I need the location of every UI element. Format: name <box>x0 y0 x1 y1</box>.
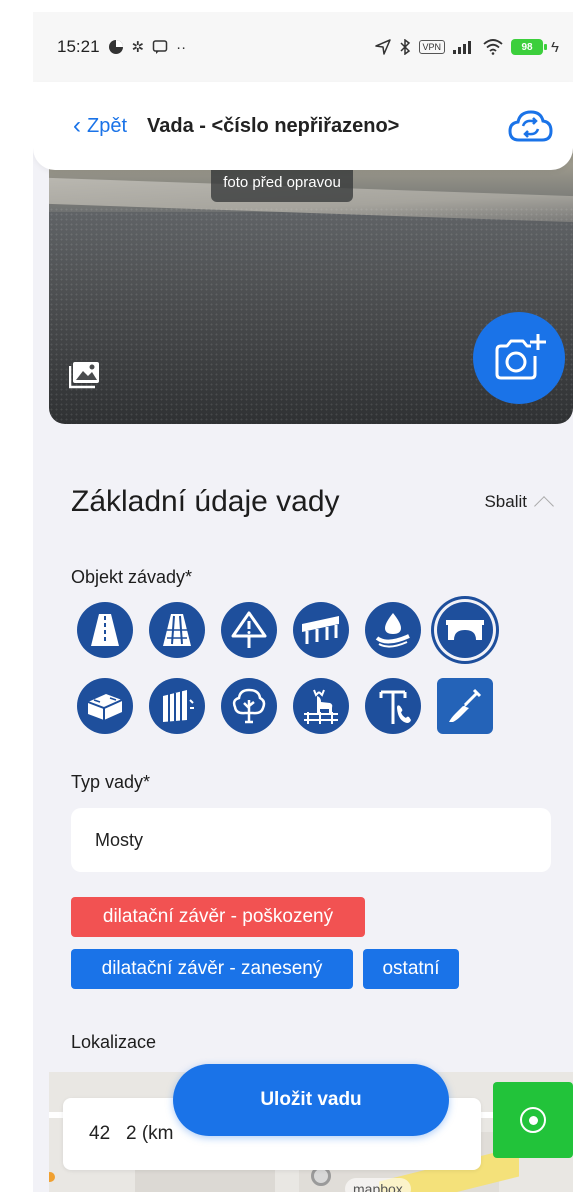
typ-label: Typ vady* <box>71 772 151 792</box>
section-header: Základní údaje vady Sbalit <box>71 482 554 522</box>
chip-dilatacni-zaver-zaneseny[interactable]: dilatační závěr - zanesený <box>71 949 353 989</box>
page-title: Vada - <číslo nepřiřazeno> <box>147 114 400 137</box>
more-icon: ·· <box>176 38 187 56</box>
vpn-icon: VPN <box>418 40 446 54</box>
map-marker-icon <box>49 1172 55 1182</box>
save-defect-button[interactable]: Uložit vadu <box>173 1064 449 1136</box>
status-left: 15:21 ✲ ·· <box>57 37 186 57</box>
drainage-icon[interactable] <box>365 602 421 658</box>
charging-icon: ϟ <box>551 38 559 56</box>
chevron-up-icon <box>534 496 554 516</box>
coordinate-value: 42 2 (km <box>89 1123 174 1144</box>
status-bar: 15:21 ✲ ·· VPN 98 ϟ <box>33 12 573 82</box>
back-label: Zpět <box>87 114 128 137</box>
defect-type-field[interactable]: Mosty <box>71 808 551 872</box>
road-lanes-icon[interactable] <box>149 602 205 658</box>
cloud-sync-icon <box>508 110 553 142</box>
status-right: VPN 98 ϟ <box>374 38 559 56</box>
wifi-icon <box>483 39 503 55</box>
noise-barrier-icon[interactable] <box>149 678 205 734</box>
bridge-icon[interactable] <box>437 602 493 658</box>
shovel-icon[interactable] <box>437 678 493 734</box>
chevron-left-icon: ‹ <box>73 112 81 139</box>
status-time: 15:21 <box>57 37 100 56</box>
defect-type-value: Mosty <box>95 829 144 850</box>
chip-ostatni[interactable]: ostatní <box>363 949 459 989</box>
emergency-phone-icon[interactable] <box>365 678 421 734</box>
mapbox-logo: mapbox <box>345 1178 411 1192</box>
lokalizace-label: Lokalizace <box>71 1032 157 1052</box>
chip-dilatacni-zaver-poskozeny[interactable]: dilatační závěr - poškozený <box>71 897 365 937</box>
signal-icon <box>453 40 475 54</box>
gear-icon: ✲ <box>131 39 145 56</box>
phone-screen: 15:21 ✲ ·· VPN 98 ϟ foto před opravou ‹ … <box>33 12 573 1192</box>
back-button[interactable]: ‹ Zpět <box>73 112 128 139</box>
locate-button[interactable] <box>493 1082 573 1158</box>
nav-bar: ‹ Zpět Vada - <číslo nepřiřazeno> <box>33 82 573 170</box>
guardrail-icon[interactable] <box>293 602 349 658</box>
add-photo-button[interactable] <box>473 312 565 404</box>
page: 15:21 ✲ ·· VPN 98 ϟ foto před opravou ‹ … <box>0 0 574 1196</box>
battery-level: 98 <box>521 41 533 53</box>
battery-icon: 98 <box>511 39 548 55</box>
gallery-icon[interactable] <box>68 360 103 390</box>
tree-icon[interactable] <box>221 678 277 734</box>
bluetooth-icon <box>399 39 411 55</box>
road-icon[interactable] <box>77 602 133 658</box>
objekt-label: Objekt závady* <box>71 567 193 587</box>
location-arrow-icon <box>374 39 391 55</box>
camera-add-icon <box>495 334 546 380</box>
pie-icon <box>108 39 124 55</box>
wildlife-fence-icon[interactable] <box>293 678 349 734</box>
collapse-button[interactable]: Sbalit <box>484 491 554 516</box>
traffic-sign-icon[interactable] <box>221 602 277 658</box>
cloud-sync-button[interactable] <box>507 106 553 146</box>
section-title: Základní údaje vady <box>71 485 340 518</box>
collapse-label: Sbalit <box>484 492 527 511</box>
message-icon <box>152 39 168 55</box>
target-icon <box>520 1107 546 1133</box>
wall-icon[interactable] <box>77 678 133 734</box>
